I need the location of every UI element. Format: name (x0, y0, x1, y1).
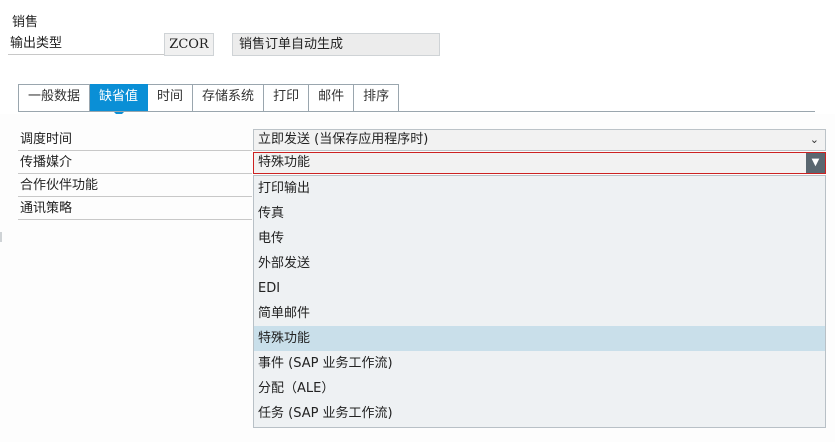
medium-dropdown-list: 打印输出 传真 电传 外部发送 EDI 简单邮件 特殊功能 事件 (SAP 业务… (253, 175, 826, 428)
option-telex[interactable]: 电传 (254, 226, 825, 251)
chevron-down-icon[interactable]: ⌄ (810, 130, 819, 150)
tab-default-values[interactable]: 缺省值 (90, 84, 149, 117)
tab-time[interactable]: 时间 (148, 84, 194, 112)
dispatch-time-value: 立即发送 (当保存应用程序时) (258, 132, 429, 147)
option-edi[interactable]: EDI (254, 276, 825, 301)
tab-general-data[interactable]: 一般数据 (18, 84, 91, 112)
option-special-function[interactable]: 特殊功能 (254, 326, 825, 351)
dropdown-toggle-icon[interactable]: ▼ (806, 153, 825, 173)
group-label: 销售 (12, 15, 39, 30)
dispatch-time-label: 调度时间 (18, 129, 252, 151)
tab-divider (18, 111, 815, 112)
comm-strategy-label: 通讯策略 (18, 198, 252, 220)
option-external-send[interactable]: 外部发送 (254, 251, 825, 276)
option-event-workflow[interactable]: 事件 (SAP 业务工作流) (254, 351, 825, 376)
tab-print[interactable]: 打印 (264, 84, 310, 112)
medium-value: 特殊功能 (258, 155, 311, 170)
output-type-label: 输出类型 (8, 33, 164, 55)
option-ale-distribution[interactable]: 分配（ALE） (254, 376, 825, 401)
option-simple-mail[interactable]: 简单邮件 (254, 301, 825, 326)
tab-mail[interactable]: 邮件 (309, 84, 355, 112)
medium-label: 传播媒介 (18, 152, 252, 174)
option-task-workflow[interactable]: 任务 (SAP 业务工作流) (254, 401, 825, 426)
option-fax[interactable]: 传真 (254, 201, 825, 226)
dispatch-time-select[interactable]: 立即发送 (当保存应用程序时) ⌄ (253, 129, 826, 151)
option-print-output[interactable]: 打印输出 (254, 176, 825, 201)
medium-select[interactable]: 特殊功能 ▼ (253, 152, 826, 174)
output-type-description: 销售订单自动生成 (232, 33, 440, 56)
left-edge-marker (0, 232, 2, 242)
output-type-code: ZCOR (164, 33, 214, 56)
tab-storage-system[interactable]: 存储系统 (193, 84, 265, 112)
tab-sort[interactable]: 排序 (354, 84, 400, 112)
partner-function-label: 合作伙伴功能 (18, 175, 252, 197)
tab-bar: 一般数据 缺省值 时间 存储系统 打印 邮件 排序 (18, 84, 400, 117)
